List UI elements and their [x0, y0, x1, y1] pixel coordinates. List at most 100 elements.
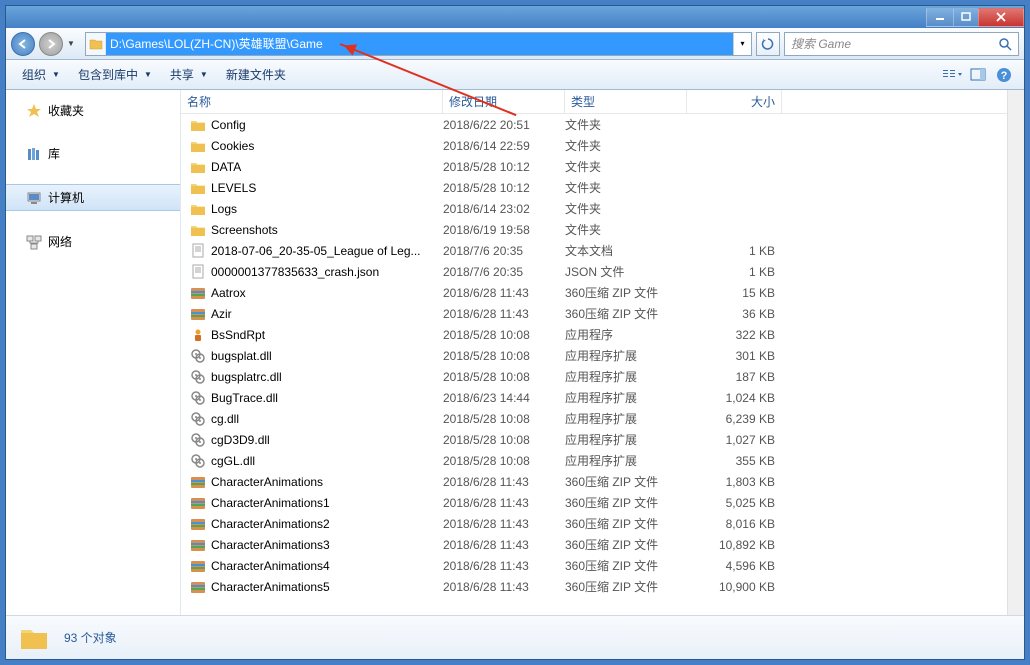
file-row[interactable]: CharacterAnimations42018/6/28 11:43360压缩…: [181, 555, 1007, 576]
include-library-menu[interactable]: 包含到库中▼: [70, 62, 160, 87]
title-bar[interactable]: [6, 6, 1024, 28]
file-type: 应用程序扩展: [565, 389, 687, 406]
file-name: cgGL.dll: [211, 454, 443, 468]
zip-icon: [189, 474, 207, 490]
file-type: 文本文档: [565, 242, 687, 259]
file-row[interactable]: Aatrox2018/6/28 11:43360压缩 ZIP 文件15 KB: [181, 282, 1007, 303]
file-row[interactable]: bugsplat.dll2018/5/28 10:08应用程序扩展301 KB: [181, 345, 1007, 366]
sidebar-libraries[interactable]: 库: [6, 141, 180, 166]
file-row[interactable]: CharacterAnimations22018/6/28 11:43360压缩…: [181, 513, 1007, 534]
file-name: LEVELS: [211, 181, 443, 195]
forward-button[interactable]: [39, 32, 63, 56]
file-row[interactable]: Screenshots2018/6/19 19:58文件夹: [181, 219, 1007, 240]
file-name: BugTrace.dll: [211, 391, 443, 405]
zip-icon: [189, 306, 207, 322]
file-row[interactable]: LEVELS2018/5/28 10:12文件夹: [181, 177, 1007, 198]
maximize-button[interactable]: [953, 8, 979, 27]
file-date: 2018/6/14 22:59: [443, 139, 565, 153]
file-row[interactable]: 2018-07-06_20-35-05_League of Leg...2018…: [181, 240, 1007, 261]
address-path-text[interactable]: D:\Games\LOL(ZH-CN)\英雄联盟\Game: [106, 33, 733, 55]
address-dropdown[interactable]: ▾: [733, 33, 751, 55]
address-bar[interactable]: D:\Games\LOL(ZH-CN)\英雄联盟\Game ▾: [85, 32, 752, 56]
sidebar-item-label: 网络: [48, 233, 72, 250]
file-row[interactable]: cgD3D9.dll2018/5/28 10:08应用程序扩展1,027 KB: [181, 429, 1007, 450]
file-row[interactable]: 0000001377835633_crash.json2018/7/6 20:3…: [181, 261, 1007, 282]
zip-icon: [189, 285, 207, 301]
file-size: 1,803 KB: [687, 475, 775, 489]
zip-icon: [189, 495, 207, 511]
file-row[interactable]: BugTrace.dll2018/6/23 14:44应用程序扩展1,024 K…: [181, 387, 1007, 408]
file-type: JSON 文件: [565, 263, 687, 280]
help-button[interactable]: ?: [992, 67, 1016, 83]
organize-menu[interactable]: 组织▼: [14, 62, 68, 87]
file-type: 360压缩 ZIP 文件: [565, 494, 687, 511]
folder-icon: [189, 117, 207, 133]
file-name: cg.dll: [211, 412, 443, 426]
column-header-size[interactable]: 大小: [687, 90, 782, 113]
file-size: 322 KB: [687, 328, 775, 342]
file-date: 2018/6/19 19:58: [443, 223, 565, 237]
sidebar-computer[interactable]: 计算机: [6, 184, 180, 211]
file-row[interactable]: Cookies2018/6/14 22:59文件夹: [181, 135, 1007, 156]
preview-pane-button[interactable]: [966, 68, 990, 82]
zip-icon: [189, 516, 207, 532]
back-button[interactable]: [11, 32, 35, 56]
file-row[interactable]: bugsplatrc.dll2018/5/28 10:08应用程序扩展187 K…: [181, 366, 1007, 387]
file-row[interactable]: BsSndRpt2018/5/28 10:08应用程序322 KB: [181, 324, 1007, 345]
content-pane: 名称 修改日期 类型 大小 Config2018/6/22 20:51文件夹Co…: [181, 90, 1007, 615]
share-menu[interactable]: 共享▼: [162, 62, 216, 87]
file-row[interactable]: cgGL.dll2018/5/28 10:08应用程序扩展355 KB: [181, 450, 1007, 471]
file-type: 360压缩 ZIP 文件: [565, 473, 687, 490]
dll-icon: [189, 453, 207, 469]
file-name: CharacterAnimations2: [211, 517, 443, 531]
file-size: 4,596 KB: [687, 559, 775, 573]
close-button[interactable]: [978, 8, 1024, 27]
column-header-name[interactable]: 名称: [181, 90, 443, 113]
sidebar-item-label: 收藏夹: [48, 102, 84, 119]
file-type: 文件夹: [565, 200, 687, 217]
file-date: 2018/6/28 11:43: [443, 517, 565, 531]
file-row[interactable]: CharacterAnimations32018/6/28 11:43360压缩…: [181, 534, 1007, 555]
dll-icon: [189, 411, 207, 427]
minimize-button[interactable]: [926, 8, 954, 27]
file-name: CharacterAnimations3: [211, 538, 443, 552]
file-row[interactable]: Azir2018/6/28 11:43360压缩 ZIP 文件36 KB: [181, 303, 1007, 324]
file-row[interactable]: CharacterAnimations52018/6/28 11:43360压缩…: [181, 576, 1007, 597]
new-folder-button[interactable]: 新建文件夹: [218, 62, 294, 87]
dll-icon: [189, 348, 207, 364]
file-row[interactable]: CharacterAnimations2018/6/28 11:43360压缩 …: [181, 471, 1007, 492]
file-type: 应用程序扩展: [565, 431, 687, 448]
search-input[interactable]: 搜索 Game: [784, 32, 1019, 56]
file-type: 文件夹: [565, 221, 687, 238]
sidebar-network[interactable]: 网络: [6, 229, 180, 254]
file-type: 文件夹: [565, 137, 687, 154]
refresh-button[interactable]: [756, 32, 780, 56]
zip-icon: [189, 558, 207, 574]
navigation-pane: 收藏夹 库 计算机 网络: [6, 90, 181, 615]
file-row[interactable]: CharacterAnimations12018/6/28 11:43360压缩…: [181, 492, 1007, 513]
body-area: 收藏夹 库 计算机 网络: [6, 90, 1024, 615]
file-date: 2018/7/6 20:35: [443, 265, 565, 279]
file-list[interactable]: Config2018/6/22 20:51文件夹Cookies2018/6/14…: [181, 114, 1007, 615]
file-type: 应用程序扩展: [565, 410, 687, 427]
sidebar-favorites[interactable]: 收藏夹: [6, 98, 180, 123]
file-size: 15 KB: [687, 286, 775, 300]
dll-icon: [189, 390, 207, 406]
column-header-type[interactable]: 类型: [565, 90, 687, 113]
file-row[interactable]: DATA2018/5/28 10:12文件夹: [181, 156, 1007, 177]
file-row[interactable]: Config2018/6/22 20:51文件夹: [181, 114, 1007, 135]
file-row[interactable]: cg.dll2018/5/28 10:08应用程序扩展6,239 KB: [181, 408, 1007, 429]
txt-icon: [189, 243, 207, 259]
file-date: 2018/7/6 20:35: [443, 244, 565, 258]
file-name: 2018-07-06_20-35-05_League of Leg...: [211, 244, 443, 258]
explorer-window: ▼ D:\Games\LOL(ZH-CN)\英雄联盟\Game ▾ 搜索 Gam…: [5, 5, 1025, 660]
nav-history-dropdown[interactable]: ▼: [67, 39, 81, 48]
file-row[interactable]: Logs2018/6/14 23:02文件夹: [181, 198, 1007, 219]
folder-icon: [189, 138, 207, 154]
column-header-date[interactable]: 修改日期: [443, 90, 565, 113]
column-headers: 名称 修改日期 类型 大小: [181, 90, 1007, 114]
vertical-scrollbar[interactable]: [1007, 90, 1024, 615]
status-text: 93 个对象: [64, 629, 117, 646]
view-options-button[interactable]: [940, 68, 964, 82]
file-date: 2018/6/23 14:44: [443, 391, 565, 405]
